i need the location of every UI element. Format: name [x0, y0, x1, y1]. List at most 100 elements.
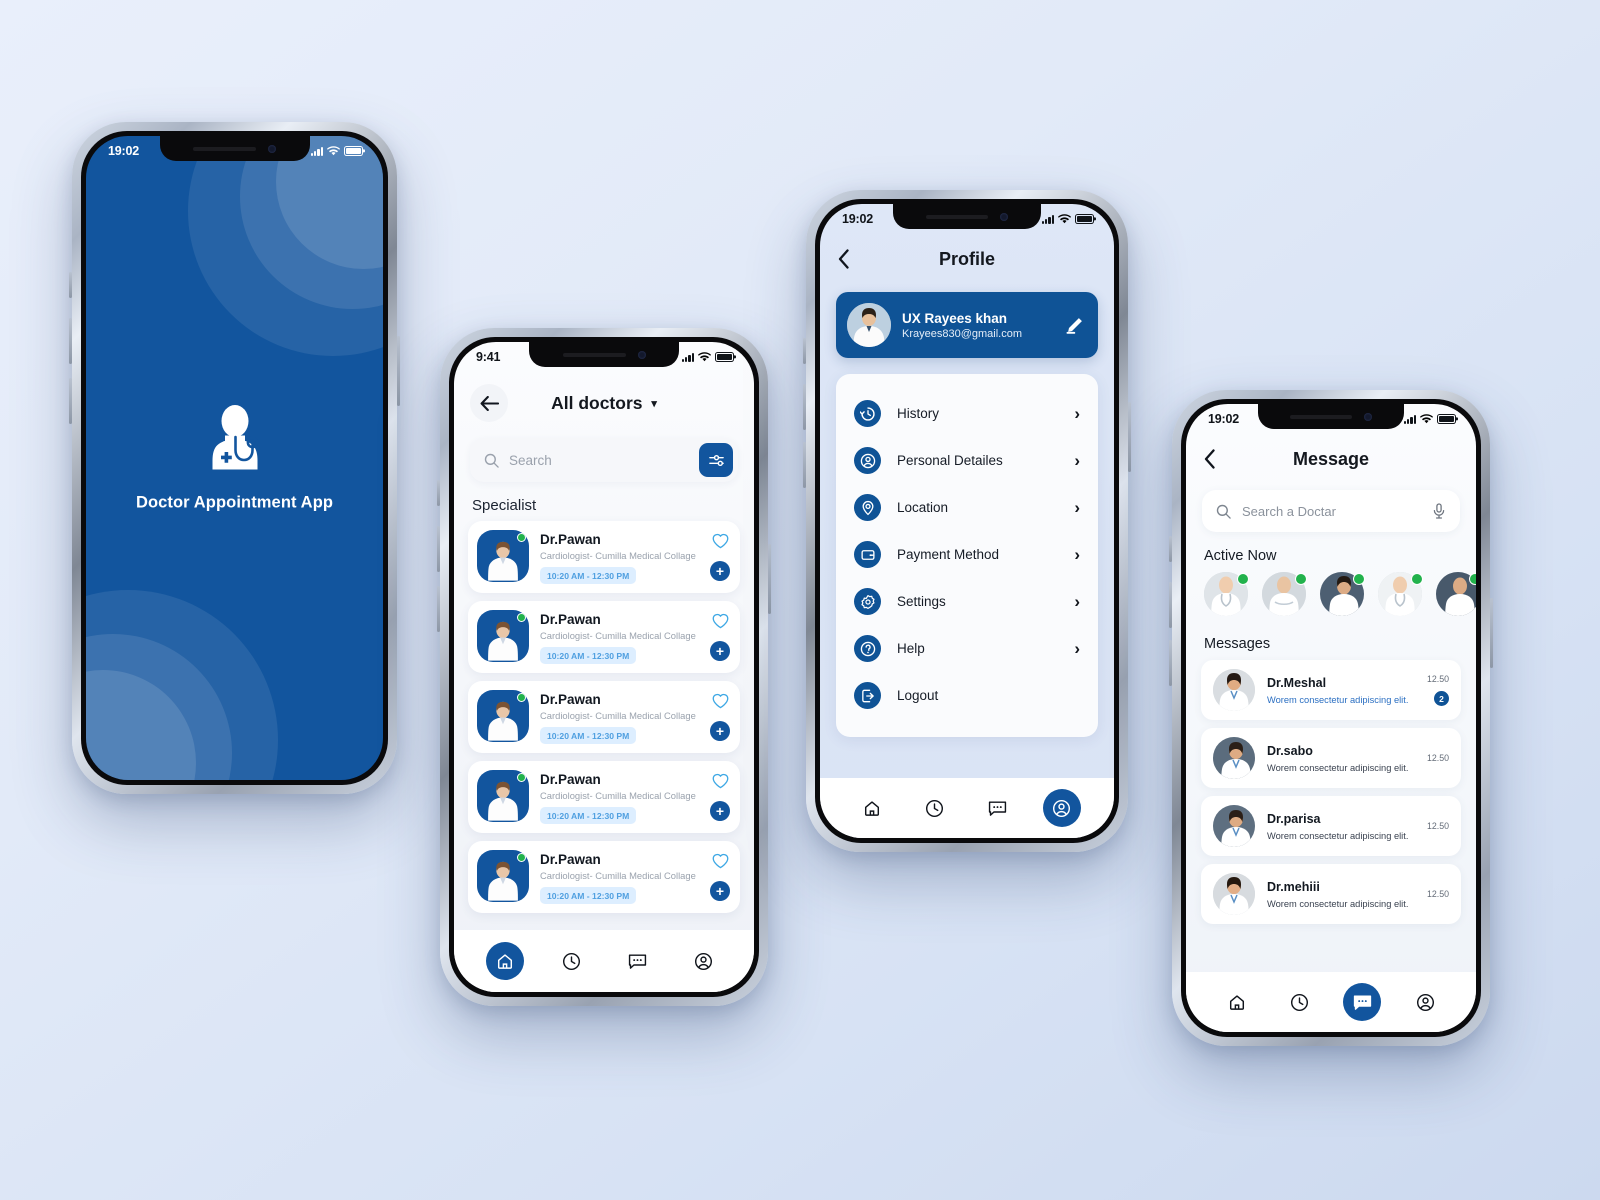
doctor-name: Dr.Pawan: [540, 692, 601, 707]
menu-item-payment-method[interactable]: Payment Method ›: [836, 531, 1098, 578]
wifi-icon: [1058, 214, 1071, 224]
favorite-heart-icon[interactable]: [712, 693, 729, 709]
mockup-canvas: 19:02 Doctor Appointment App 9:41 All do…: [0, 0, 1600, 1200]
nav-profile[interactable]: [1042, 789, 1081, 827]
active-avatar[interactable]: [1204, 572, 1249, 616]
battery-icon: [1075, 214, 1094, 224]
chevron-down-icon[interactable]: ▾: [651, 398, 657, 410]
search-bar[interactable]: Search: [470, 438, 738, 482]
nav-messages[interactable]: [1343, 983, 1381, 1021]
online-indicator: [1469, 573, 1476, 585]
active-now-list[interactable]: [1204, 572, 1476, 622]
chevron-right-icon: ›: [1074, 450, 1080, 470]
message-content: Dr.Meshal Worem consectetur adipiscing e…: [1267, 676, 1427, 705]
menu-item-location[interactable]: Location ›: [836, 484, 1098, 531]
doctor-card[interactable]: Dr.Pawan Cardiologist- Cumilla Medical C…: [468, 521, 740, 593]
location-pin-icon: [854, 494, 881, 521]
profile-user-card[interactable]: UX Rayees khan Krayees830@gmail.com: [836, 292, 1098, 358]
doctor-card[interactable]: Dr.Pawan Cardiologist- Cumilla Medical C…: [468, 761, 740, 833]
add-appointment-button[interactable]: +: [710, 721, 730, 741]
message-row[interactable]: Dr.mehiii Worem consectetur adipiscing e…: [1201, 864, 1461, 924]
profile-menu-card: History › Personal Detailes › Location ›…: [836, 374, 1098, 737]
message-preview: Worem consectetur adipiscing elit.: [1267, 694, 1409, 705]
favorite-heart-icon[interactable]: [712, 773, 729, 789]
menu-item-help[interactable]: Help ›: [836, 625, 1098, 672]
doctor-specialty: Cardiologist- Cumilla Medical Collage: [540, 710, 696, 721]
chevron-right-icon: ›: [1074, 591, 1080, 611]
filter-button[interactable]: [699, 443, 733, 477]
all-doctors-screen: 9:41 All doctors ▾ Search Specialist Dr.…: [454, 342, 754, 992]
status-time: 19:02: [842, 212, 873, 226]
signal-icon: [681, 352, 694, 362]
doctor-avatar: [477, 770, 529, 822]
phone-message: 19:02 Message Search a Doctar Active Now…: [1169, 390, 1493, 1046]
doctor-card-actions: +: [710, 610, 730, 661]
search-icon: [484, 453, 499, 468]
messages-title: Messages: [1204, 636, 1271, 652]
search-input[interactable]: Search: [509, 453, 699, 468]
mic-icon[interactable]: [1432, 503, 1446, 519]
message-row[interactable]: Dr.sabo Worem consectetur adipiscing eli…: [1201, 728, 1461, 788]
doctor-name: Dr.Pawan: [540, 532, 601, 547]
menu-item-settings[interactable]: Settings ›: [836, 578, 1098, 625]
home-icon: [497, 954, 513, 969]
nav-home[interactable]: [1219, 984, 1255, 1020]
nav-home[interactable]: [486, 942, 524, 980]
doctor-specialty: Cardiologist- Cumilla Medical Collage: [540, 870, 696, 881]
doctor-info: Dr.Pawan Cardiologist- Cumilla Medical C…: [540, 690, 710, 744]
menu-item-logout[interactable]: Logout: [836, 672, 1098, 719]
doctor-card[interactable]: Dr.Pawan Cardiologist- Cumilla Medical C…: [468, 681, 740, 753]
add-appointment-button[interactable]: +: [710, 641, 730, 661]
add-appointment-button[interactable]: +: [710, 881, 730, 901]
history-icon: [854, 400, 881, 427]
menu-item-history[interactable]: History ›: [836, 390, 1098, 437]
active-avatar[interactable]: [1262, 572, 1307, 616]
clock-icon: [562, 952, 580, 970]
nav-profile[interactable]: [1407, 984, 1443, 1020]
favorite-heart-icon[interactable]: [712, 613, 729, 629]
message-preview: Worem consectetur adipiscing elit.: [1267, 898, 1409, 909]
message-content: Dr.parisa Worem consectetur adipiscing e…: [1267, 812, 1427, 841]
message-avatar: [1213, 805, 1255, 847]
wifi-icon: [327, 146, 340, 156]
nav-profile[interactable]: [684, 942, 722, 980]
search-input[interactable]: Search a Doctar: [1242, 504, 1432, 519]
nav-messages[interactable]: [980, 790, 1016, 826]
nav-history[interactable]: [552, 942, 590, 980]
doctor-time-chip: 10:20 AM - 12:30 PM: [540, 807, 637, 824]
active-avatar[interactable]: [1436, 572, 1476, 616]
doctor-card[interactable]: Dr.Pawan Cardiologist- Cumilla Medical C…: [468, 601, 740, 673]
menu-item-personal-details[interactable]: Personal Detailes ›: [836, 437, 1098, 484]
doctor-card-actions: +: [710, 690, 730, 741]
page-title: Profile: [938, 248, 995, 269]
splash-branding: Doctor Appointment App: [86, 404, 383, 513]
menu-item-label: Location: [897, 500, 949, 515]
app-bar: All doctors ▾: [470, 382, 738, 424]
nav-messages[interactable]: [618, 942, 656, 980]
pencil-icon[interactable]: [1065, 316, 1084, 335]
online-indicator: [1237, 573, 1249, 585]
doctor-card[interactable]: Dr.Pawan Cardiologist- Cumilla Medical C…: [468, 841, 740, 913]
active-avatar[interactable]: [1378, 572, 1423, 616]
add-appointment-button[interactable]: +: [710, 801, 730, 821]
bottom-navigation: [820, 778, 1114, 838]
message-row[interactable]: Dr.Meshal Worem consectetur adipiscing e…: [1201, 660, 1461, 720]
active-avatar[interactable]: [1320, 572, 1365, 616]
nav-home[interactable]: [854, 790, 890, 826]
nav-history[interactable]: [917, 790, 953, 826]
app-title: Doctor Appointment App: [135, 493, 334, 512]
message-row[interactable]: Dr.parisa Worem consectetur adipiscing e…: [1201, 796, 1461, 856]
message-sender: Dr.parisa: [1267, 811, 1321, 826]
phone-profile: 19:02 Profile UX Rayees khan Krayees830@…: [803, 190, 1131, 852]
message-avatar: [1213, 669, 1255, 711]
favorite-heart-icon[interactable]: [712, 533, 729, 549]
status-time: 19:02: [108, 144, 139, 158]
avatar: [847, 303, 891, 347]
page-title: Message: [1292, 448, 1370, 469]
favorite-heart-icon[interactable]: [712, 853, 729, 869]
search-bar[interactable]: Search a Doctar: [1202, 490, 1460, 532]
add-appointment-button[interactable]: +: [710, 561, 730, 581]
nav-history[interactable]: [1281, 984, 1317, 1020]
online-indicator: [517, 693, 526, 702]
online-indicator: [517, 613, 526, 622]
